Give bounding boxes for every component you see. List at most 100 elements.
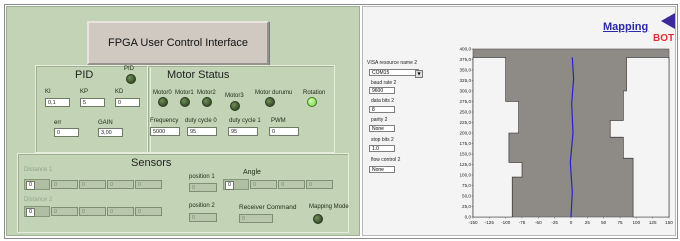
distance2-cell: 0 <box>135 207 162 216</box>
data-bits-label: data bits 2 <box>371 98 395 104</box>
x-tick-label: 25 <box>585 220 591 225</box>
err-label: err <box>54 120 62 126</box>
y-tick-label: 300,0 <box>460 89 472 94</box>
y-tick-label: 150,0 <box>460 152 472 157</box>
sensors-group <box>17 153 349 233</box>
x-tick-label: 0 <box>570 220 573 225</box>
y-tick-label: 325,0 <box>460 78 472 83</box>
duty-cycle-1-label: duty cycle 1 <box>229 118 261 124</box>
x-tick-label: 50 <box>601 220 607 225</box>
distance1-cell: 0 <box>79 180 106 189</box>
angle-index[interactable]: 0 <box>223 179 249 190</box>
position2-indicator: 0 <box>189 213 217 222</box>
sensors-heading: Sensors <box>131 157 172 169</box>
x-tick-label: -150 <box>468 220 478 225</box>
distance1-index-value[interactable]: 0 <box>26 181 35 190</box>
ki-label: KI <box>45 89 51 95</box>
distance2-cell: 0 <box>51 207 78 216</box>
y-tick-label: 125,0 <box>460 162 472 167</box>
gain-indicator: 3,00 <box>98 128 123 137</box>
distance2-label: Distance 2 <box>24 197 53 203</box>
parity-select[interactable]: None <box>369 125 395 132</box>
motor-durumu-led[interactable] <box>265 97 275 107</box>
rotation-label: Rotation <box>303 90 326 96</box>
y-tick-label: 50,0 <box>462 194 471 199</box>
mapping-graph[interactable]: 400,0375,0350,0325,0300,0275,0250,0225,0… <box>445 45 674 231</box>
motor3-led[interactable] <box>230 101 240 111</box>
err-indicator: 0 <box>54 128 79 137</box>
baud-rate-label: baud rate 2 <box>371 80 397 86</box>
pid-led-label: PID <box>124 66 135 72</box>
motor1-label: Motor1 <box>175 90 194 96</box>
position2-label: position 2 <box>189 203 215 209</box>
data-bits-input[interactable]: 8 <box>369 106 395 113</box>
motor0-led[interactable] <box>158 97 168 107</box>
mapping-mode-label: Mapping Mode <box>309 204 349 210</box>
ki-input[interactable]: 0,1 <box>45 98 70 107</box>
motor3-label: Motor3 <box>225 93 244 99</box>
pid-led[interactable] <box>126 74 136 84</box>
mapping-link[interactable]: Mapping <box>603 21 648 33</box>
parity-label: parity 2 <box>371 117 388 123</box>
rotation-led[interactable] <box>307 97 317 107</box>
kp-input[interactable]: 5 <box>80 98 105 107</box>
stop-bits-select[interactable]: 1.0 <box>369 145 395 152</box>
y-tick-label: 100,0 <box>460 173 472 178</box>
pid-heading: PID <box>75 69 94 81</box>
duty-cycle-1-input[interactable]: 95 <box>228 127 258 136</box>
y-tick-label: 225,0 <box>460 120 472 125</box>
visa-resource-select[interactable]: COM15 <box>369 69 419 76</box>
distance1-index[interactable]: 0 <box>24 179 50 190</box>
y-tick-label: 275,0 <box>460 99 472 104</box>
pwm-label: PWM <box>271 118 286 124</box>
flow-control-select[interactable]: None <box>369 166 395 173</box>
distance2-cell: 0 <box>79 207 106 216</box>
motor2-label: Motor2 <box>197 90 216 96</box>
receiver-command-label: Receiver Command <box>239 204 297 211</box>
motor2-led[interactable] <box>202 97 212 107</box>
front-panel: FPGA User Control Interface PID PID KI K… <box>6 6 360 236</box>
angle-label: Angle <box>243 169 261 176</box>
title-button[interactable]: FPGA User Control Interface <box>87 21 269 65</box>
kd-input[interactable]: 0 <box>115 98 140 107</box>
distance1-label: Distance 1 <box>24 167 53 173</box>
position1-label: position 1 <box>189 174 215 180</box>
x-tick-label: -75 <box>519 220 526 225</box>
distance2-cell: 0 <box>107 207 134 216</box>
distance1-cell: 0 <box>51 180 78 189</box>
kp-label: KP <box>80 89 89 95</box>
y-tick-label: 250,0 <box>460 110 472 115</box>
angle-cell: 0 <box>278 180 305 189</box>
chevron-down-icon[interactable]: ▼ <box>415 70 423 78</box>
x-tick-label: 150 <box>665 220 673 225</box>
x-tick-label: -125 <box>485 220 495 225</box>
y-tick-label: 350,0 <box>460 68 472 73</box>
distance2-index-value[interactable]: 0 <box>26 208 35 217</box>
baud-rate-input[interactable]: 9600 <box>369 87 395 94</box>
mapping-mode-led[interactable] <box>313 214 323 224</box>
x-tick-label: 75 <box>617 220 623 225</box>
y-tick-label: 200,0 <box>460 131 472 136</box>
angle-index-value[interactable]: 0 <box>225 181 234 190</box>
visa-resource-label: VISA resource name 2 <box>367 60 418 66</box>
frequency-input[interactable]: 5000 <box>150 127 180 136</box>
angle-cell: 0 <box>250 180 277 189</box>
distance2-index[interactable]: 0 <box>24 206 50 217</box>
mapping-panel: Mapping BOT VISA resource name 2 COM15 ▼… <box>362 6 676 236</box>
frequency-label: Frequency <box>150 118 179 124</box>
gain-label: GAIN <box>98 120 113 126</box>
flow-control-label: flow control 2 <box>371 157 401 163</box>
x-tick-label: 125 <box>649 220 657 225</box>
distance1-cell: 0 <box>107 180 134 189</box>
back-arrow-icon[interactable] <box>661 13 675 29</box>
motor-status-heading: Motor Status <box>167 69 230 81</box>
kd-label: KD <box>115 89 124 95</box>
y-tick-label: 0,0 <box>465 215 472 220</box>
y-tick-label: 75,0 <box>462 183 471 188</box>
motor1-led[interactable] <box>180 97 190 107</box>
x-tick-label: -25 <box>551 220 558 225</box>
duty-cycle-0-input[interactable]: 95 <box>187 127 217 136</box>
motor-durumu-label: Motor durumu <box>255 90 293 96</box>
y-tick-label: 25,0 <box>462 204 471 209</box>
motor0-label: Motor0 <box>153 90 172 96</box>
